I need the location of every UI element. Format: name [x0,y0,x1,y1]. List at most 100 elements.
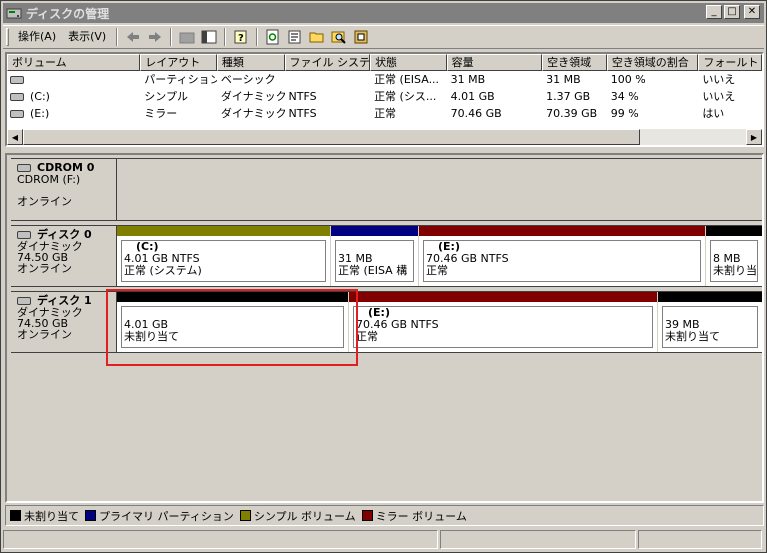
toolbar-separator [256,28,259,46]
capacity-cell: 4.01 GB [450,90,495,103]
volume-row[interactable]: (E:) ミラー ダイナミック NTFS 正常 70.46 GB 70.39 G… [7,105,762,122]
refresh-icon [266,29,279,45]
partition-e-disk0[interactable]: (E:) 70.46 GB NTFS 正常 [419,226,705,286]
column-header-status[interactable]: 状態 [370,54,447,71]
filesystem-cell: NTFS [288,90,317,103]
scroll-right-button[interactable]: ▶ [746,129,762,145]
close-button[interactable]: ✕ [744,5,760,19]
disk-label-cdrom0[interactable]: CDROM 0 CDROM (F:) オンライン [11,159,117,220]
disk-info: CDROM (F:) [17,173,81,186]
status-cell: 正常 (シス... [374,90,437,103]
disk-name: ディスク 1 [37,294,92,307]
volume-list[interactable]: ボリューム レイアウト 種類 ファイル システ... 状態 容量 空き領域 空き… [5,52,764,147]
scroll-track[interactable] [640,129,746,145]
status-pane [638,530,762,549]
free-percent-cell: 100 % [610,73,646,86]
partition-status: 正常 [356,330,378,343]
settings-icon [354,30,368,44]
open-folder-icon [309,32,324,43]
partition-e-disk1[interactable]: (E:) 70.46 GB NTFS 正常 [349,292,657,352]
show-hide-tree-button[interactable] [199,27,219,47]
partition-info-box: 31 MB 正常 (EISA 構 [335,240,414,282]
partition-status: 正常 (EISA 構 [338,264,408,277]
legend-swatch [361,510,373,521]
column-header-filesystem[interactable]: ファイル システ... [284,54,371,71]
minimize-button[interactable]: _ [706,5,722,19]
menu-view[interactable]: 表示(V) [62,28,112,46]
layout-cell: ミラー [144,107,178,120]
column-header-type[interactable]: 種類 [216,54,285,71]
scroll-left-button[interactable]: ◀ [7,129,23,145]
partition-status: 未割り当 [713,264,757,277]
volume-icon [10,92,24,101]
partition-status: 正常 (システム) [124,264,202,277]
free-space-cell: 31 MB [546,73,581,86]
status-cell: 正常 (EISA... [374,73,440,86]
capacity-cell: 70.46 GB [450,107,502,120]
toolbar-separator [116,28,119,46]
column-header-free-percent[interactable]: 空き領域の割合 [606,54,699,71]
partition-status: 正常 [426,264,448,277]
up-level-button[interactable] [177,27,197,47]
properties-button[interactable] [285,27,305,47]
toolbar-separator [224,28,227,46]
window-title: ディスクの管理 [26,6,110,21]
back-button[interactable] [123,27,143,47]
type-cell: ダイナミック [220,90,285,103]
partition-info-box: 8 MB 未割り当 [710,240,758,282]
legend-label: プライマリ パーティション [99,509,234,523]
svg-text:?: ? [238,33,244,44]
partition-unallocated-disk1-end[interactable]: 39 MB 未割り当て [658,292,762,352]
toolbar-grip[interactable] [6,28,9,46]
partition-size: 70.46 GB NTFS [426,252,509,265]
maximize-button[interactable]: □ [724,5,740,19]
disk-label-disk0[interactable]: ディスク 0 ダイナミック 74.50 GB オンライン [11,226,117,286]
column-header-free-space[interactable]: 空き領域 [542,54,607,71]
layout-cell: パーティション [144,73,217,86]
type-cell: ベーシック [220,73,276,86]
disk-graphical-view[interactable]: CDROM 0 CDROM (F:) オンライン ディスク 0 ダイナミック 7… [5,153,764,503]
refresh-button[interactable] [263,27,283,47]
column-header-capacity[interactable]: 容量 [446,54,543,71]
scroll-thumb[interactable] [23,129,640,145]
disk-name: CDROM 0 [37,161,95,174]
settings-button[interactable] [351,27,371,47]
disk-row-cdrom0[interactable] [11,158,762,221]
partition-color-bar [706,226,762,236]
volume-icon [10,109,24,118]
column-header-fault-tolerance[interactable]: フォールト 1 [698,54,762,71]
fault-tolerance-cell: いいえ [702,90,736,103]
legend-swatch [239,510,251,521]
disk-management-icon [6,8,22,19]
toolbar: 操作(A) 表示(V) ? [3,25,764,49]
filesystem-cell [285,71,371,88]
volume-cell [7,71,140,88]
partition-color-bar [419,226,705,236]
menu-action[interactable]: 操作(A) [12,28,62,46]
title-bar[interactable]: ディスクの管理 _ □ ✕ [3,3,764,23]
volume-name: (E:) [30,107,50,120]
partition-size: 70.46 GB NTFS [356,318,439,331]
disk-label-disk1[interactable]: ディスク 1 ダイナミック 74.50 GB オンライン [11,292,117,352]
properties-icon [288,30,301,44]
partition-eisa[interactable]: 31 MB 正常 (EISA 構 [331,226,418,286]
search-button[interactable] [329,27,349,47]
console-tree-icon [201,30,217,44]
forward-button[interactable] [145,27,165,47]
folder-up-icon [179,32,195,44]
disk-status: オンライン [17,195,72,208]
partition-c[interactable]: (C:) 4.01 GB NTFS 正常 (システム) [117,226,330,286]
volume-row[interactable]: パーティション ベーシック 正常 (EISA... 31 MB 31 MB 10… [7,71,762,88]
column-header-layout[interactable]: レイアウト [140,54,217,71]
status-pane [3,530,438,549]
volume-row[interactable]: (C:) シンプル ダイナミック NTFS 正常 (シス... 4.01 GB … [7,88,762,105]
partition-unallocated-disk0[interactable]: 8 MB 未割り当 [706,226,762,286]
fault-tolerance-cell: はい [702,107,725,120]
fault-tolerance-cell: いいえ [702,73,736,86]
type-cell: ダイナミック [220,107,285,120]
partition-info-box: (E:) 70.46 GB NTFS 正常 [423,240,701,282]
column-header-volume[interactable]: ボリューム [7,54,141,71]
help-button[interactable]: ? [231,27,251,47]
open-folder-button[interactable] [307,27,327,47]
horizontal-scrollbar[interactable]: ◀ ▶ [7,129,762,145]
